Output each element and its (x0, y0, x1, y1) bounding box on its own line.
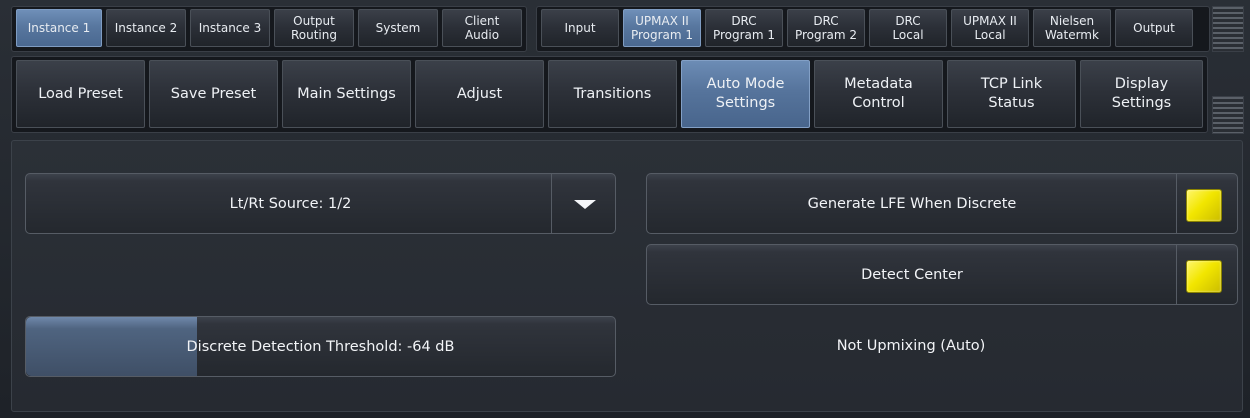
processing-tab-group: Input UPMAX II Program 1 DRC Program 1 D… (536, 6, 1210, 52)
section-tabs: Load Preset Save Preset Main Settings Ad… (11, 56, 1208, 133)
tab-system[interactable]: System (358, 9, 438, 47)
tab-instance-2[interactable]: Instance 2 (106, 9, 186, 47)
grip-handle-icon[interactable] (1212, 96, 1244, 134)
adjust-button[interactable]: Adjust (415, 60, 544, 128)
generate-lfe-label: Generate LFE When Discrete (807, 195, 1017, 212)
tab-output[interactable]: Output (1115, 9, 1193, 47)
threshold-slider-fill[interactable] (26, 317, 197, 376)
tab-drc-program-2[interactable]: DRC Program 2 (787, 9, 865, 47)
app-window: Instance 1 Instance 2 Instance 3 Output … (0, 0, 1250, 418)
ltrt-source-dropdown[interactable]: Lt/Rt Source: 1/2 (25, 173, 616, 234)
load-preset-button[interactable]: Load Preset (16, 60, 145, 128)
tab-client-audio[interactable]: Client Audio (442, 9, 522, 47)
generate-lfe-toggle[interactable]: Generate LFE When Discrete (646, 173, 1238, 234)
detect-center-toggle[interactable]: Detect Center (646, 244, 1238, 305)
detect-center-label: Detect Center (861, 266, 963, 283)
toggle-divider (1176, 174, 1177, 233)
tab-upmax-local[interactable]: UPMAX II Local (951, 9, 1029, 47)
save-preset-button[interactable]: Save Preset (149, 60, 278, 128)
upmix-status: Not Upmixing (Auto) (836, 338, 986, 354)
auto-mode-settings-button[interactable]: Auto Mode Settings (681, 60, 810, 128)
main-settings-button[interactable]: Main Settings (282, 60, 411, 128)
tab-drc-program-1[interactable]: DRC Program 1 (705, 9, 783, 47)
tab-input[interactable]: Input (541, 9, 619, 47)
metadata-control-button[interactable]: Metadata Control (814, 60, 943, 128)
tcp-link-status-button[interactable]: TCP Link Status (947, 60, 1076, 128)
tab-nielsen-watermark[interactable]: Nielsen Watermk (1033, 9, 1111, 47)
triangle-down-icon[interactable] (574, 200, 596, 209)
tab-upmax-program-1[interactable]: UPMAX II Program 1 (623, 9, 701, 47)
tab-output-routing[interactable]: Output Routing (274, 9, 354, 47)
discrete-threshold-slider[interactable]: Discrete Detection Threshold: -64 dB (25, 316, 616, 377)
threshold-label: Discrete Detection Threshold: -64 dB (186, 338, 455, 355)
generate-lfe-indicator[interactable] (1186, 189, 1222, 222)
dropdown-divider (551, 174, 552, 233)
transitions-button[interactable]: Transitions (548, 60, 677, 128)
detect-center-indicator[interactable] (1186, 260, 1222, 293)
auto-mode-settings-panel: Lt/Rt Source: 1/2 Generate LFE When Disc… (11, 140, 1243, 412)
toggle-divider (1176, 245, 1177, 304)
display-settings-button[interactable]: Display Settings (1080, 60, 1203, 128)
instance-tab-group: Instance 1 Instance 2 Instance 3 Output … (11, 6, 527, 52)
tab-instance-1[interactable]: Instance 1 (16, 9, 102, 47)
tab-instance-3[interactable]: Instance 3 (190, 9, 270, 47)
grip-handle-icon[interactable] (1212, 6, 1244, 52)
tab-drc-local[interactable]: DRC Local (869, 9, 947, 47)
ltrt-source-label: Lt/Rt Source: 1/2 (229, 195, 352, 212)
